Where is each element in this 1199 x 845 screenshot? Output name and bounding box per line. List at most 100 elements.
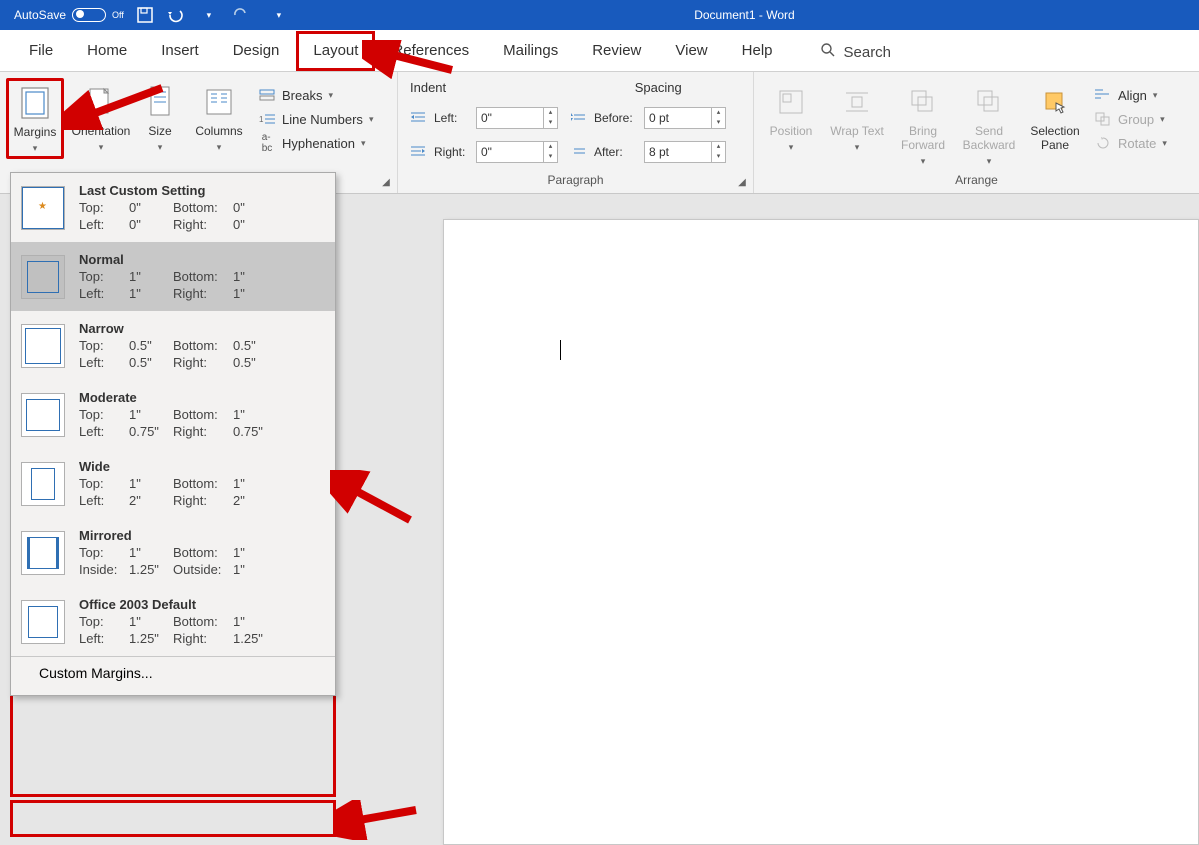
margins-option-values: Top:1"Bottom:1"Left:1"Right:1" [79,269,325,301]
wrap-text-button: Wrap Text ▾ [828,78,886,153]
margins-preset-icon [21,324,65,368]
margins-option-narrow[interactable]: NarrowTop:0.5"Bottom:0.5"Left:0.5"Right:… [11,311,335,380]
spin-down-icon[interactable]: ▾ [544,152,557,162]
tab-home[interactable]: Home [70,31,144,71]
margins-button[interactable]: Margins ▾ [6,78,64,159]
search-box[interactable]: Search [790,42,904,71]
spacing-after-input[interactable]: 8 pt▴▾ [644,141,726,163]
margins-option-title: Mirrored [79,528,325,543]
tab-view[interactable]: View [658,31,724,71]
spacing-after-icon [570,143,588,161]
chevron-down-icon: ▾ [1153,90,1158,101]
tab-help[interactable]: Help [725,31,790,71]
align-label: Align [1118,88,1147,103]
margins-option-last-custom-setting[interactable]: Last Custom SettingTop:0"Bottom:0"Left:0… [11,173,335,242]
arrange-group-label: Arrange [762,173,1191,191]
margins-preset-icon [21,462,65,506]
margins-option-title: Wide [79,459,325,474]
wrap-text-icon [839,84,875,120]
margins-option-mirrored[interactable]: Mirrored Top:1"Bottom:1"Inside:1.25"Outsi… [11,518,335,587]
tab-mailings[interactable]: Mailings [486,31,575,71]
svg-text:1: 1 [259,115,264,124]
position-icon [773,84,809,120]
spin-up-icon[interactable]: ▴ [712,142,725,152]
margins-option-wide[interactable]: WideTop:1"Bottom:1"Left:2"Right:2" [11,449,335,518]
size-icon [142,84,178,120]
spin-up-icon[interactable]: ▴ [712,108,725,118]
orientation-button[interactable]: Orientation ▾ [72,78,130,153]
spacing-before-value: 0 pt [645,111,711,125]
margins-option-values: Top:1"Bottom:1"Left:1.25"Right:1.25" [79,614,325,646]
tab-review[interactable]: Review [575,31,658,71]
position-button: Position ▾ [762,78,820,153]
selection-pane-button[interactable]: Selection Pane [1026,78,1084,152]
document-title: Document1 - Word [290,8,1199,22]
chevron-down-icon: ▾ [855,142,860,153]
margins-option-moderate[interactable]: ModerateTop:1"Bottom:1"Left:0.75"Right:0… [11,380,335,449]
group-objects-label: Group [1118,112,1154,127]
qat-customize-icon[interactable]: ▾ [268,4,290,26]
margins-label: Margins [14,125,57,139]
spin-down-icon[interactable]: ▾ [712,118,725,128]
spin-up-icon[interactable]: ▴ [544,108,557,118]
group-objects-icon [1094,110,1112,128]
spacing-after-value: 8 pt [645,145,711,159]
tab-references[interactable]: References [375,31,486,71]
custom-margins-item[interactable]: Custom Margins... [11,656,335,695]
breaks-button[interactable]: Breaks ▾ [256,84,375,106]
size-button[interactable]: Size ▾ [138,78,182,153]
paragraph-dialog-launcher[interactable]: ◢ [735,175,749,189]
indent-heading: Indent [410,80,576,95]
indent-left-value: 0" [477,111,543,125]
spin-down-icon[interactable]: ▾ [544,118,557,128]
hyphenation-button[interactable]: a-bc Hyphenation ▾ [256,132,375,154]
margins-option-values: Top:1"Bottom:1"Inside:1.25"Outside:1" [79,545,325,577]
undo-icon[interactable] [166,4,188,26]
chevron-down-icon: ▾ [328,90,333,101]
spin-up-icon[interactable]: ▴ [544,142,557,152]
indent-left-input[interactable]: 0"▴▾ [476,107,558,129]
rotate-button: Rotate ▾ [1092,132,1169,154]
toggle-off-icon [72,8,106,22]
redo-icon[interactable] [230,4,252,26]
margins-option-title: Normal [79,252,325,267]
margins-option-body: ModerateTop:1"Bottom:1"Left:0.75"Right:0… [79,390,325,439]
breaks-label: Breaks [282,88,322,103]
autosave-toggle[interactable]: AutoSave Off [14,8,124,22]
margins-option-values: Top:0.5"Bottom:0.5"Left:0.5"Right:0.5" [79,338,325,370]
page-setup-dialog-launcher[interactable]: ◢ [379,175,393,189]
breaks-icon [258,86,276,104]
indent-right-value: 0" [477,145,543,159]
chevron-down-icon: ▾ [361,138,366,149]
autosave-label: AutoSave [14,8,66,22]
chevron-down-icon: ▾ [158,142,163,153]
position-label: Position [770,124,813,138]
align-button[interactable]: Align ▾ [1092,84,1169,106]
chevron-down-icon: ▾ [33,143,38,154]
text-cursor [560,340,561,360]
margins-preset-icon [21,600,65,644]
spacing-before-input[interactable]: 0 pt▴▾ [644,107,726,129]
tab-insert[interactable]: Insert [144,31,216,71]
margins-option-office-2003-default[interactable]: Office 2003 DefaultTop:1"Bottom:1"Left:1… [11,587,335,656]
margins-option-body: Last Custom SettingTop:0"Bottom:0"Left:0… [79,183,325,232]
margins-option-values: Top:1"Bottom:1"Left:0.75"Right:0.75" [79,407,325,439]
tab-file[interactable]: File [12,31,70,71]
spin-down-icon[interactable]: ▾ [712,152,725,162]
chevron-down-icon: ▾ [99,142,104,153]
margins-option-body: Normal Top:1"Bottom:1"Left:1"Right:1" [79,252,325,301]
indent-right-input[interactable]: 0"▴▾ [476,141,558,163]
columns-button[interactable]: Columns ▾ [190,78,248,153]
document-page[interactable] [443,219,1199,845]
save-icon[interactable] [134,4,156,26]
chevron-down-icon: ▾ [1160,114,1165,125]
bring-forward-label: Bring Forward [894,124,952,152]
send-backward-icon [971,84,1007,120]
indent-left-label: Left: [434,111,470,125]
margins-option-body: Office 2003 DefaultTop:1"Bottom:1"Left:1… [79,597,325,646]
undo-dropdown-icon[interactable]: ▾ [198,4,220,26]
tab-design[interactable]: Design [216,31,297,71]
margins-option-normal[interactable]: Normal Top:1"Bottom:1"Left:1"Right:1" [11,242,335,311]
tab-layout[interactable]: Layout [296,31,375,71]
line-numbers-button[interactable]: 1 Line Numbers ▾ [256,108,375,130]
